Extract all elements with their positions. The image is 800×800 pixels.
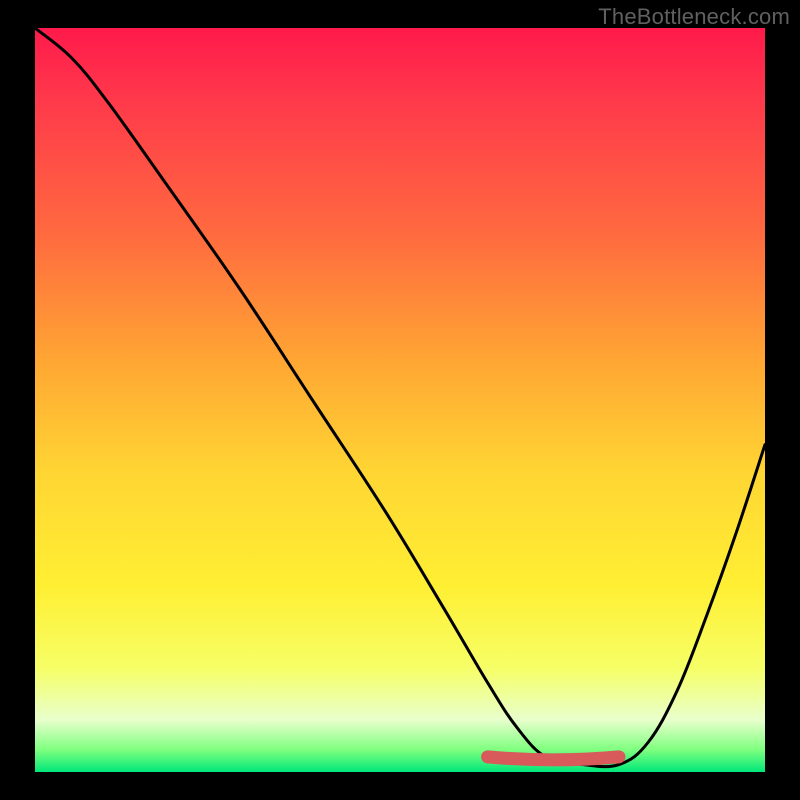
plot-area <box>35 28 765 772</box>
watermark-text: TheBottleneck.com <box>598 4 790 30</box>
trough-highlight <box>488 757 619 760</box>
chart-container: TheBottleneck.com <box>0 0 800 800</box>
curve-line <box>35 28 765 767</box>
chart-svg <box>35 28 765 772</box>
